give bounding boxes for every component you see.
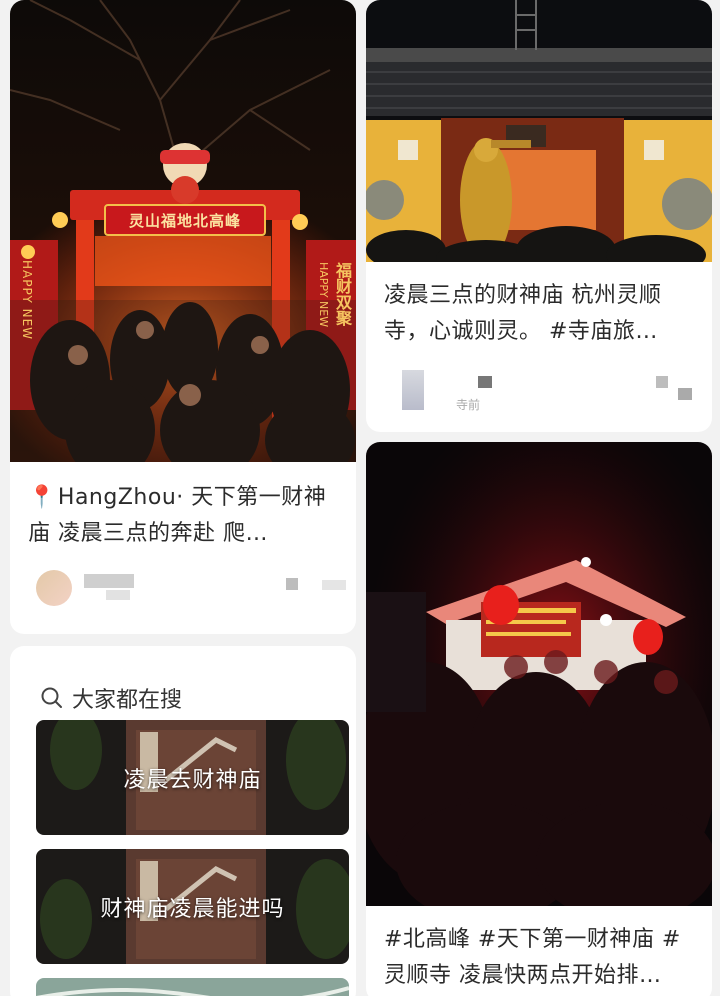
search-chip-3-partial[interactable]: [36, 978, 349, 996]
search-suggestion-panel: 大家都在搜 凌晨去财神庙 财神庙凌晨能进吗: [10, 646, 356, 996]
search-chip-1[interactable]: 凌晨去财神庙: [36, 720, 349, 835]
author-name-partial: 寺前: [456, 398, 481, 412]
like-count-blurred: [678, 388, 692, 400]
author-name-blurred-2: [106, 590, 130, 600]
search-chip-label: 财神庙凌晨能进吗: [100, 896, 285, 922]
note-title-2[interactable]: 凌晨三点的财神庙 杭州灵顺寺，心诚则灵。 #寺庙旅…: [366, 262, 712, 350]
author-name-blurred[interactable]: [84, 574, 134, 588]
note-cover-image-1[interactable]: 灵山福地北高峰 HAPPY NEW 福财双聚 HAPPY NEW: [10, 0, 356, 462]
note-card-3[interactable]: #北高峰 #天下第一财神庙 #灵顺寺 凌晨快两点开始排…: [366, 442, 712, 996]
note-card-1[interactable]: 灵山福地北高峰 HAPPY NEW 福财双聚 HAPPY NEW 📍HangZh…: [10, 0, 356, 634]
banner-right-en-text: HAPPY NEW: [317, 262, 330, 328]
banner-left-text: HAPPY NEW: [20, 260, 34, 341]
gate-sign: 灵山福地北高峰: [128, 212, 241, 230]
search-chip-label: 凌晨去财神庙: [123, 767, 262, 793]
author-row-2[interactable]: 寺前: [366, 362, 712, 422]
note-cover-image-3[interactable]: [366, 442, 712, 906]
note-title-3[interactable]: #北高峰 #天下第一财神庙 #灵顺寺 凌晨快两点开始排…: [366, 906, 712, 996]
avatar[interactable]: [402, 370, 424, 410]
search-panel-header: 大家都在搜: [10, 646, 356, 722]
avatar[interactable]: [36, 570, 72, 606]
note-card-2[interactable]: 凌晨三点的财神庙 杭州灵顺寺，心诚则灵。 #寺庙旅… 寺前: [366, 0, 712, 432]
like-count-blurred: [322, 580, 346, 590]
author-row-1[interactable]: [10, 560, 356, 620]
search-panel-heading: 大家都在搜: [72, 688, 183, 713]
banner-right-text: 福财双聚: [333, 262, 352, 326]
note-cover-image-2[interactable]: [366, 0, 712, 262]
note-title-1[interactable]: 📍HangZhou· 天下第一财神庙 凌晨三点的奔赴 爬…: [10, 462, 356, 552]
author-name-blurred[interactable]: [478, 376, 492, 388]
location-pin-icon: 📍: [28, 485, 56, 510]
like-icon[interactable]: [286, 578, 298, 590]
search-icon: [41, 687, 62, 708]
like-icon[interactable]: [656, 376, 668, 388]
feed: 灵山福地北高峰 HAPPY NEW 福财双聚 HAPPY NEW 📍HangZh…: [0, 0, 720, 996]
search-chip-2[interactable]: 财神庙凌晨能进吗: [36, 849, 349, 964]
